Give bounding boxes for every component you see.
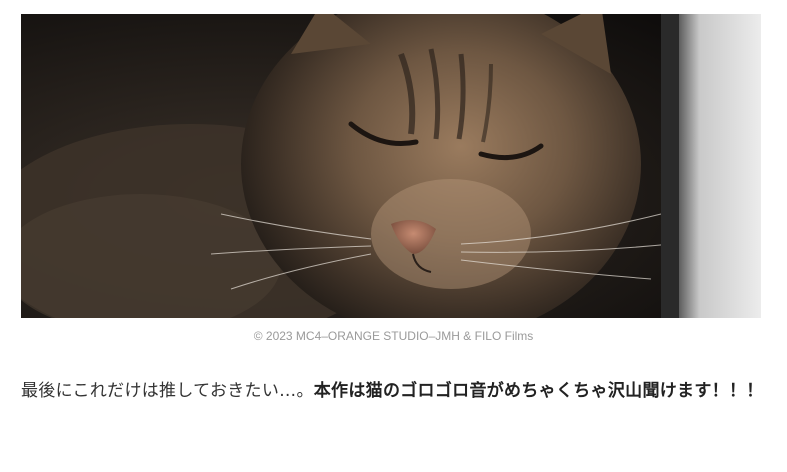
image-caption: © 2023 MC4–ORANGE STUDIO–JMH & FILO Film… bbox=[253, 329, 534, 343]
paragraph-bold-text: 本作は猫のゴロゴロ音がめちゃくちゃ沢山聞けます！！！ bbox=[313, 381, 764, 401]
cat-photo bbox=[21, 14, 761, 318]
article-paragraph: 最後にこれだけは推しておきたい…。本作は猫のゴロゴロ音がめちゃくちゃ沢山聞けます… bbox=[21, 373, 766, 409]
paragraph-text: 最後にこれだけは推しておきたい…。 bbox=[21, 381, 314, 401]
